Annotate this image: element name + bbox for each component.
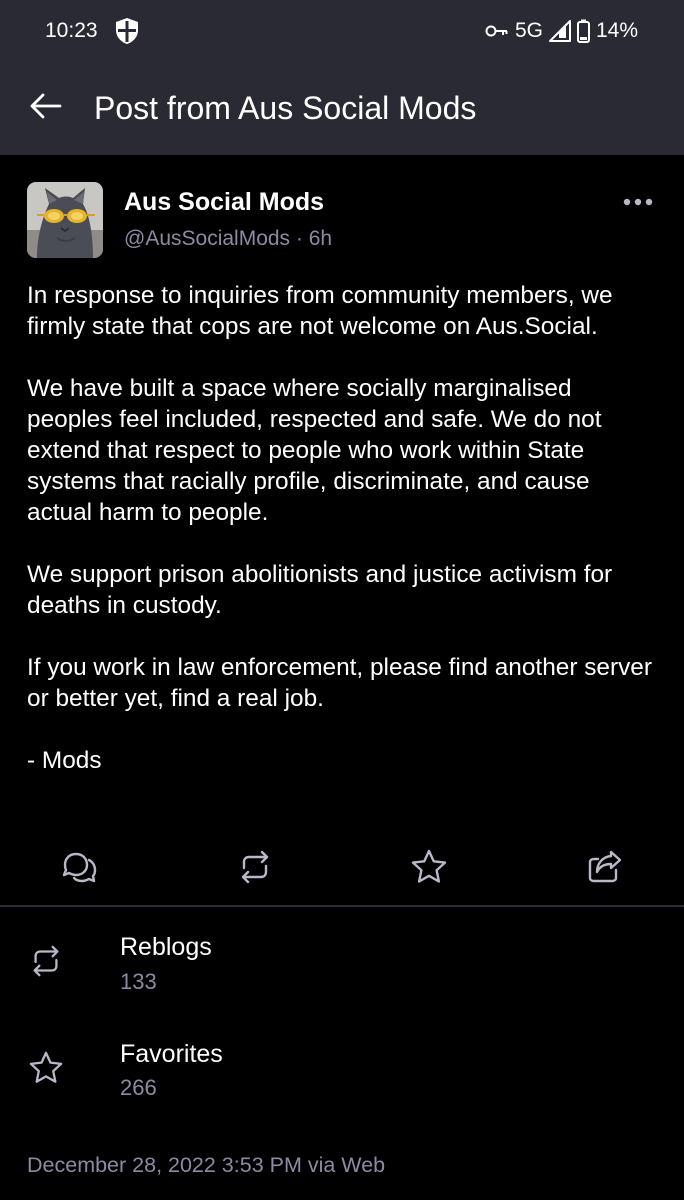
cat-avatar-image: [27, 182, 103, 258]
reblogs-count: 133: [120, 969, 157, 994]
favorites-count: 266: [120, 1075, 157, 1100]
page-title: Post from Aus Social Mods: [94, 90, 477, 126]
reblogs-label: Reblogs: [120, 933, 212, 961]
favourite-icon[interactable]: [410, 848, 448, 886]
post-paragraph: - Mods: [27, 747, 102, 774]
account-handle-line: @AusSocialMods · 6h: [124, 225, 332, 253]
battery-icon: [576, 19, 590, 43]
more-options-icon[interactable]: [620, 190, 656, 214]
reblog-icon: [33, 945, 59, 977]
back-arrow-icon[interactable]: [28, 88, 64, 124]
account-handle[interactable]: @AusSocialMods: [124, 227, 290, 250]
avatar[interactable]: [27, 182, 103, 258]
favorites-label: Favorites: [120, 1040, 223, 1068]
share-icon[interactable]: [586, 848, 624, 886]
post-paragraph: We have built a space where socially mar…: [27, 375, 602, 526]
reply-icon[interactable]: [60, 848, 98, 886]
battery-percent: 14%: [595, 19, 638, 42]
signal-icon: [548, 20, 571, 42]
display-name[interactable]: Aus Social Mods: [124, 186, 324, 218]
post-paragraph: If you work in law enforcement, please f…: [27, 654, 652, 712]
favourite-icon: [29, 1051, 63, 1083]
network-type: 5G: [514, 19, 543, 42]
vpn-key-icon: [485, 25, 508, 37]
divider: [0, 905, 684, 907]
top-bar: 10:23 5G 14% Post from Aus Social Mods: [0, 0, 684, 155]
shield-icon: [116, 18, 138, 44]
status-time: 10:23: [45, 19, 98, 42]
status-icons: 5G 14%: [485, 17, 638, 45]
post-content: In response to inquiries from community …: [27, 280, 657, 776]
post-paragraph: In response to inquiries from community …: [27, 282, 613, 340]
post-age: 6h: [308, 227, 333, 250]
post-paragraph: We support prison abolitionists and just…: [27, 561, 613, 619]
reblog-icon[interactable]: [236, 848, 274, 886]
post-timestamp: December 28, 2022 3:53 PM via Web: [27, 1153, 386, 1177]
meta-separator: ·: [295, 227, 303, 250]
